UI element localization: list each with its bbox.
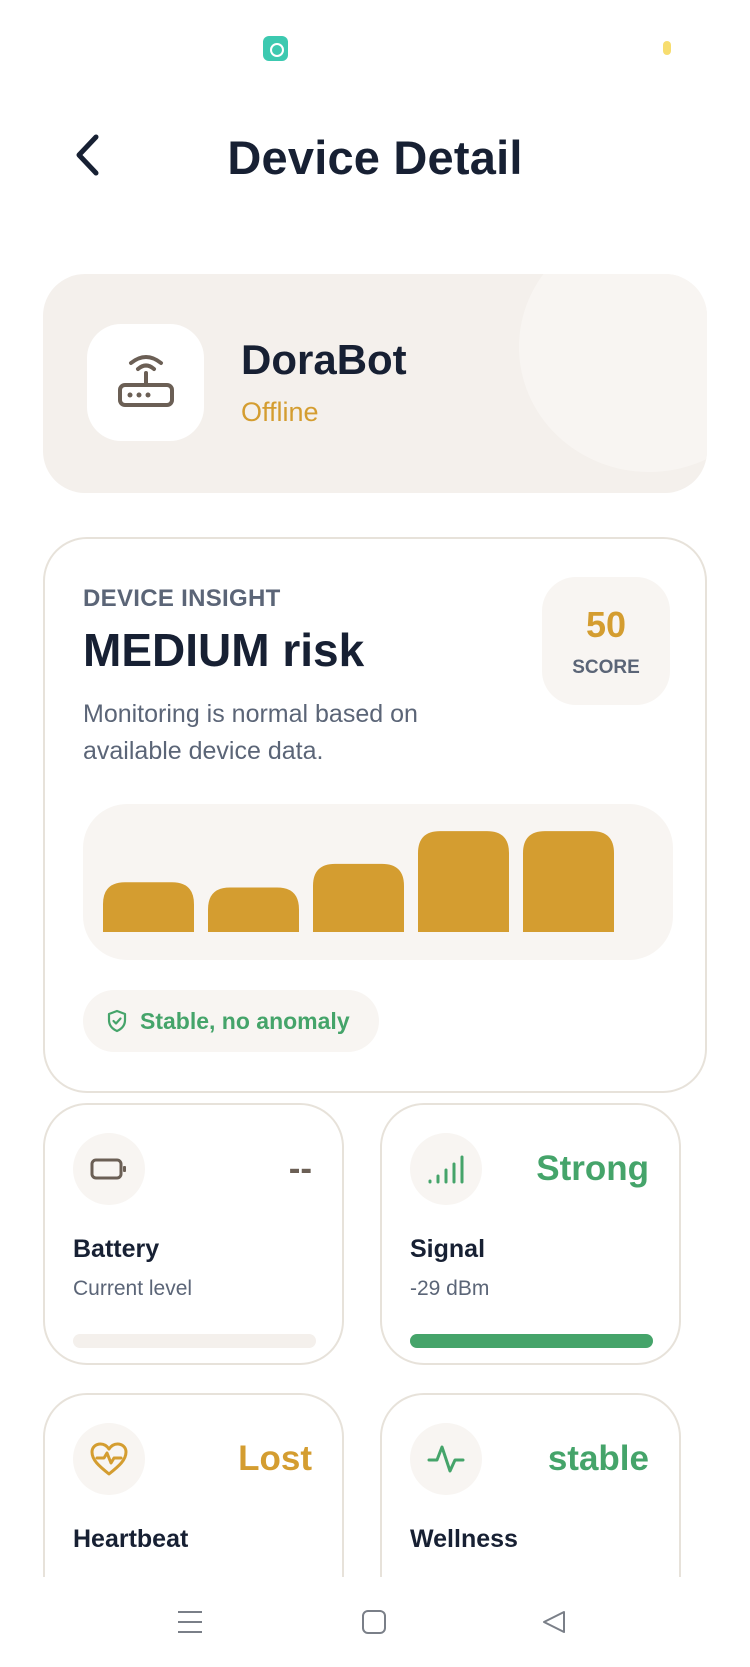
status-indicator-dot (663, 41, 671, 55)
battery-progress-track (73, 1334, 316, 1348)
activity-icon (427, 1445, 465, 1473)
wellness-title: Wellness (410, 1525, 518, 1553)
signal-title: Signal (410, 1235, 486, 1263)
risk-trend-svg (103, 831, 614, 932)
battery-card[interactable]: -- Battery Current level (43, 1103, 344, 1365)
chart-bar (103, 882, 194, 932)
chart-bar (418, 831, 509, 932)
signal-bars-icon (428, 1155, 464, 1184)
app-notification-icon (263, 36, 288, 61)
signal-progress-fill (410, 1334, 653, 1348)
back-nav-button[interactable] (532, 1600, 576, 1644)
chart-bar (313, 863, 404, 932)
insight-description: Monitoring is normal based on available … (83, 700, 418, 765)
chart-bar (208, 887, 299, 932)
signal-value: Strong (536, 1149, 649, 1188)
status-pill: Stable, no anomaly (83, 990, 379, 1052)
battery-title: Battery (73, 1235, 160, 1263)
device-summary-card: DoraBot Offline (43, 274, 707, 493)
insight-label: DEVICE INSIGHT (83, 585, 281, 612)
signal-subtitle: -29 dBm (410, 1277, 490, 1300)
risk-trend-chart (83, 804, 673, 960)
battery-icon (90, 1158, 126, 1180)
menu-icon (178, 1611, 202, 1633)
status-pill-label: Stable, no anomaly (140, 1007, 350, 1034)
home-button[interactable] (352, 1600, 396, 1644)
heartbeat-value: Lost (238, 1439, 312, 1478)
page-title: Device Detail (227, 131, 523, 184)
heartbeat-title: Heartbeat (73, 1525, 189, 1553)
score-badge: 50 SCORE (542, 577, 670, 705)
wellness-icon-container (410, 1423, 482, 1495)
system-navigation-bar (0, 1578, 750, 1667)
battery-icon-container (73, 1133, 145, 1205)
wellness-value: stable (547, 1439, 649, 1478)
home-square-icon (362, 1610, 386, 1634)
device-icon-container (87, 324, 204, 441)
heartbeat-icon-container (73, 1423, 145, 1495)
score-value: 50 (585, 604, 627, 645)
battery-value: -- (288, 1149, 312, 1188)
signal-progress-track (410, 1334, 653, 1348)
shield-check-icon (107, 1009, 127, 1033)
signal-icon-container (410, 1133, 482, 1205)
device-insight-card: DEVICE INSIGHT MEDIUM risk Monitoring is… (43, 537, 707, 1093)
chart-bar (523, 831, 614, 932)
risk-level: MEDIUM risk (83, 624, 365, 676)
header: Device Detail (0, 110, 750, 200)
signal-card[interactable]: Strong Signal -29 dBm (380, 1103, 681, 1365)
router-icon (117, 354, 174, 407)
heart-pulse-icon (90, 1442, 128, 1476)
device-name: DoraBot (241, 336, 407, 383)
battery-subtitle: Current level (73, 1277, 193, 1300)
triangle-back-icon (543, 1611, 565, 1633)
menu-button[interactable] (168, 1600, 212, 1644)
decorative-circle (519, 274, 707, 472)
score-label: SCORE (572, 657, 640, 678)
device-status: Offline (241, 397, 319, 427)
status-bar (0, 0, 750, 90)
